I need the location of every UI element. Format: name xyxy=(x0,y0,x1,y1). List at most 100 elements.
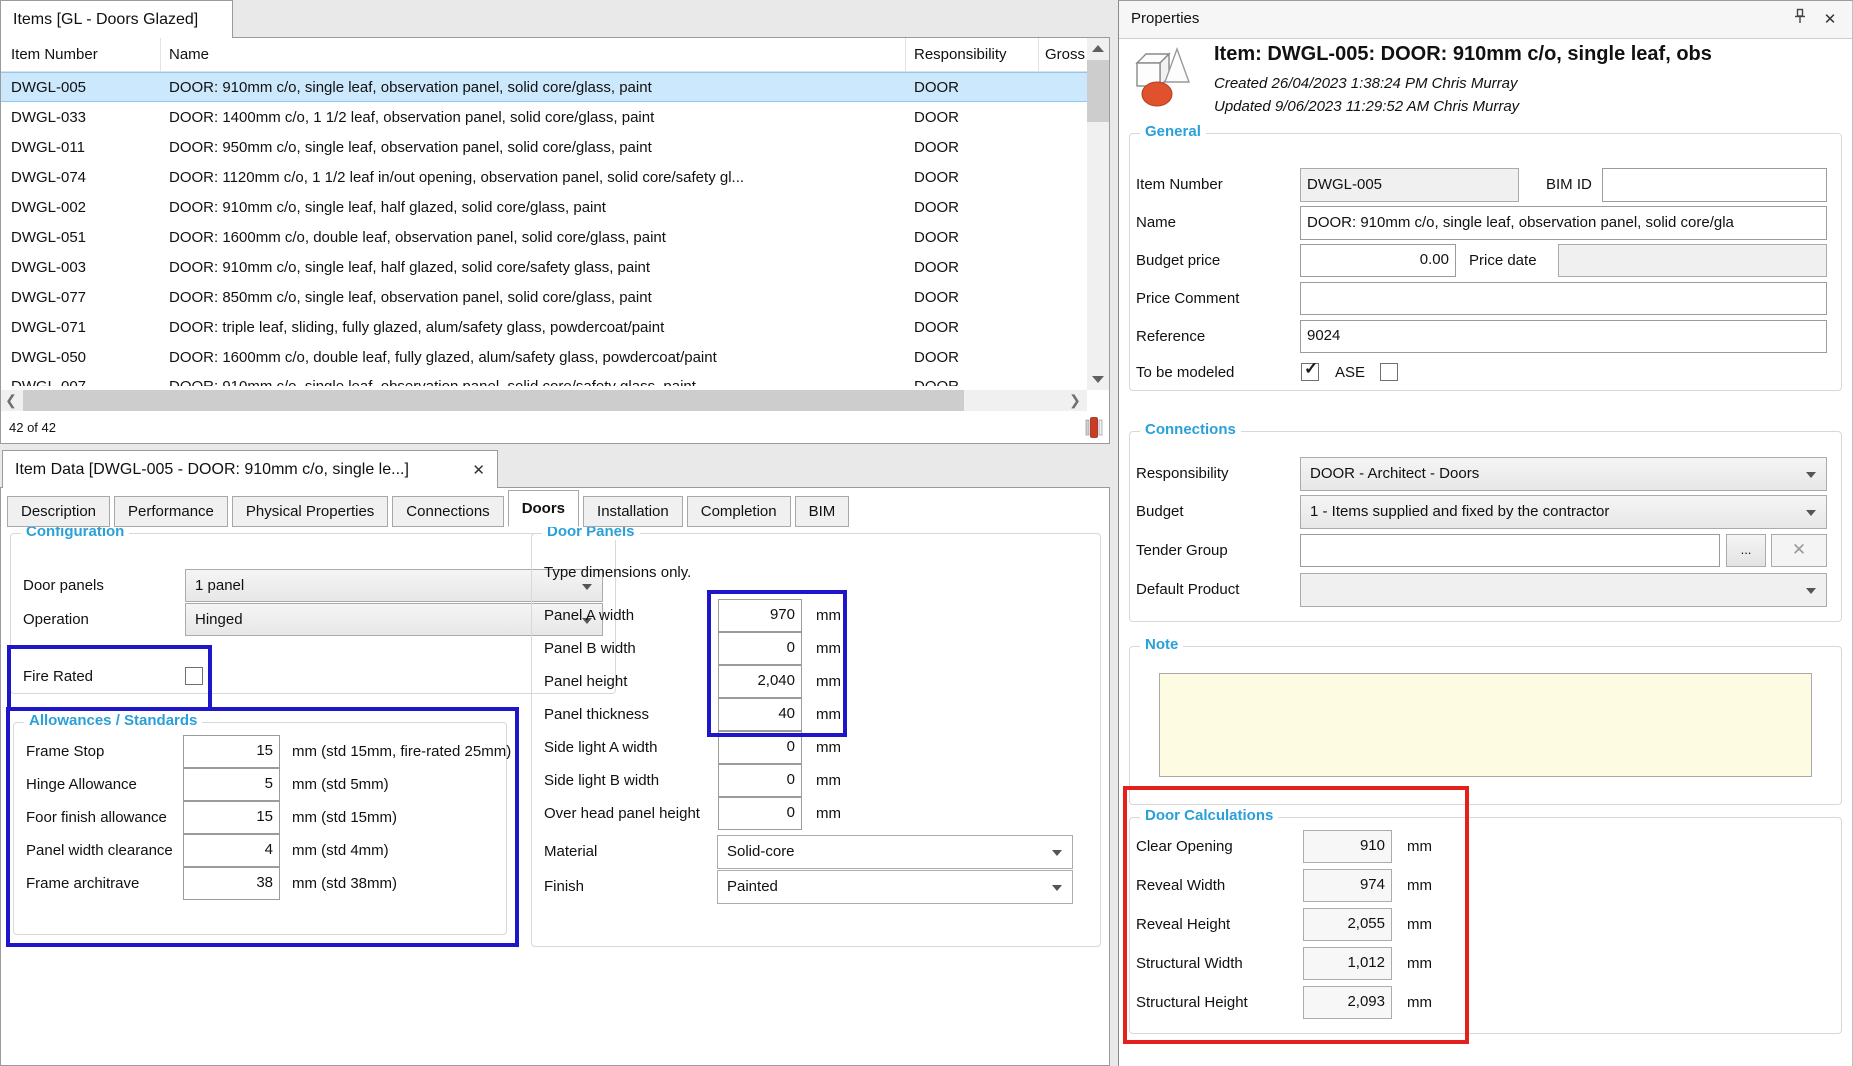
table-row[interactable]: DWGL-071 DOOR: triple leaf, sliding, ful… xyxy=(1,312,1087,342)
table-row[interactable]: DWGL-002 DOOR: 910mm c/o, single leaf, h… xyxy=(1,192,1087,222)
cell-name: DOOR: 910mm c/o, single leaf, observatio… xyxy=(161,79,906,96)
table-row[interactable]: DWGL-011 DOOR: 950mm c/o, single leaf, o… xyxy=(1,132,1087,162)
vertical-scrollbar[interactable] xyxy=(1087,38,1109,390)
vertical-scroll-thumb[interactable] xyxy=(1087,60,1109,122)
fire-rated-checkbox[interactable] xyxy=(185,667,203,685)
fire-rated-label: Fire Rated xyxy=(23,660,93,693)
table-row[interactable]: DWGL-033 DOOR: 1400mm c/o, 1 1/2 leaf, o… xyxy=(1,102,1087,132)
bim-id-label: BIM ID xyxy=(1546,168,1592,201)
reference-field[interactable]: 9024 xyxy=(1300,320,1827,353)
red-door-icon[interactable] xyxy=(1085,417,1103,438)
column-header-responsibility[interactable]: Responsibility xyxy=(906,38,1039,71)
tender-group-browse-button[interactable]: ... xyxy=(1726,534,1766,567)
price-date-label: Price date xyxy=(1469,244,1537,277)
scroll-up-button[interactable] xyxy=(1087,38,1109,58)
reveal-height-field: 2,055 xyxy=(1303,908,1392,941)
cell-item-number: DWGL-033 xyxy=(1,109,161,126)
panel-a-width-input[interactable]: 970 xyxy=(718,599,802,632)
tab-performance[interactable]: Performance xyxy=(114,496,228,527)
close-icon[interactable]: ✕ xyxy=(1818,8,1842,32)
side-light-a-width-input[interactable]: 0 xyxy=(718,731,802,764)
items-tab[interactable]: Items [GL - Doors Glazed] xyxy=(0,0,233,38)
tab-installation[interactable]: Installation xyxy=(583,496,683,527)
table-row[interactable]: DWGL-074 DOOR: 1120mm c/o, 1 1/2 leaf in… xyxy=(1,162,1087,192)
floor-finish-allowance-input[interactable]: 15 xyxy=(183,801,280,834)
frame-stop-input[interactable]: 15 xyxy=(183,735,280,768)
item-shapes-icon xyxy=(1133,45,1191,109)
frame-architrave-input[interactable]: 38 xyxy=(183,867,280,900)
reveal-height-unit: mm xyxy=(1407,908,1432,941)
scroll-left-button[interactable]: ❮ xyxy=(1,390,21,411)
budget-select[interactable]: 1 - Items supplied and fixed by the cont… xyxy=(1300,495,1827,529)
item-number-field[interactable]: DWGL-005 xyxy=(1300,168,1519,202)
panel-thickness-input[interactable]: 40 xyxy=(718,698,802,731)
allowances-group: Allowances / Standards Frame Stop 15 mm … xyxy=(13,722,507,935)
tender-group-clear-button[interactable]: ✕ xyxy=(1771,534,1827,567)
items-panel: Items [GL - Doors Glazed] Item Number Na… xyxy=(0,0,1110,444)
table-row[interactable]: DWGL-003 DOOR: 910mm c/o, single leaf, h… xyxy=(1,252,1087,282)
item-data-tab-label: Item Data [DWGL-005 - DOOR: 910mm c/o, s… xyxy=(15,461,409,479)
ase-label: ASE xyxy=(1335,356,1365,389)
table-row-partial[interactable]: DWGL-007 DOOR: 910mm c/o, single leaf, o… xyxy=(1,372,1087,386)
pin-icon[interactable] xyxy=(1788,8,1812,32)
item-data-subtabs: Description Performance Physical Propert… xyxy=(7,489,853,527)
tab-bim[interactable]: BIM xyxy=(795,496,850,527)
table-row[interactable]: DWGL-077 DOOR: 850mm c/o, single leaf, o… xyxy=(1,282,1087,312)
structural-height-label: Structural Height xyxy=(1136,986,1248,1019)
table-row[interactable]: DWGL-050 DOOR: 1600mm c/o, double leaf, … xyxy=(1,342,1087,372)
tab-physical-properties[interactable]: Physical Properties xyxy=(232,496,388,527)
scroll-right-button[interactable]: ❯ xyxy=(1065,390,1085,411)
cell-responsibility: DOOR xyxy=(906,289,1039,306)
cell-responsibility: DOOR xyxy=(906,169,1039,186)
price-comment-field[interactable] xyxy=(1300,282,1827,315)
panel-width-clearance-input[interactable]: 4 xyxy=(183,834,280,867)
tab-completion[interactable]: Completion xyxy=(687,496,791,527)
panel-a-width-unit: mm xyxy=(816,599,841,632)
ase-checkbox[interactable] xyxy=(1380,363,1398,381)
hinge-allowance-input[interactable]: 5 xyxy=(183,768,280,801)
door-panels-group: Door Panels Type dimensions only. Panel … xyxy=(531,533,1101,947)
horizontal-scrollbar[interactable]: ❮ ❯ xyxy=(1,390,1087,411)
column-header-gross[interactable]: Gross xyxy=(1039,38,1087,71)
structural-height-unit: mm xyxy=(1407,986,1432,1019)
tab-description[interactable]: Description xyxy=(7,496,110,527)
finish-select[interactable]: Painted xyxy=(717,870,1073,904)
cell-name: DOOR: 1600mm c/o, double leaf, observati… xyxy=(161,229,906,246)
scroll-down-button[interactable] xyxy=(1087,370,1109,390)
cell-responsibility: DOOR xyxy=(906,372,1039,386)
item-data-tab[interactable]: Item Data [DWGL-005 - DOOR: 910mm c/o, s… xyxy=(2,450,498,488)
tab-connections[interactable]: Connections xyxy=(392,496,503,527)
column-header-item-number[interactable]: Item Number xyxy=(1,38,161,71)
properties-panel: Properties ✕ Item: DWGL-005: DOOR: 910mm… xyxy=(1118,0,1853,1066)
item-data-panel: Item Data [DWGL-005 - DOOR: 910mm c/o, s… xyxy=(0,450,1110,1066)
horizontal-scroll-thumb[interactable] xyxy=(23,390,964,411)
over-head-panel-height-input[interactable]: 0 xyxy=(718,797,802,830)
default-product-select[interactable] xyxy=(1300,573,1827,607)
responsibility-select[interactable]: DOOR - Architect - Doors xyxy=(1300,457,1827,491)
budget-price-field[interactable]: 0.00 xyxy=(1300,244,1456,277)
name-field[interactable]: DOOR: 910mm c/o, single leaf, observatio… xyxy=(1300,206,1827,240)
created-text: Created 26/04/2023 1:38:24 PM Chris Murr… xyxy=(1214,75,1518,92)
table-row[interactable]: DWGL-051 DOOR: 1600mm c/o, double leaf, … xyxy=(1,222,1087,252)
reveal-height-label: Reveal Height xyxy=(1136,908,1230,941)
name-label: Name xyxy=(1136,206,1176,239)
panel-thickness-label: Panel thickness xyxy=(544,698,649,731)
note-textarea[interactable] xyxy=(1159,673,1812,777)
panel-b-width-input[interactable]: 0 xyxy=(718,632,802,665)
price-date-field[interactable] xyxy=(1558,244,1827,277)
panel-height-input[interactable]: 2,040 xyxy=(718,665,802,698)
bim-id-field[interactable] xyxy=(1602,168,1827,202)
reveal-width-label: Reveal Width xyxy=(1136,869,1225,902)
table-row[interactable]: DWGL-005 DOOR: 910mm c/o, single leaf, o… xyxy=(1,72,1087,102)
side-light-a-width-unit: mm xyxy=(816,731,841,764)
clear-opening-label: Clear Opening xyxy=(1136,830,1233,863)
side-light-b-width-input[interactable]: 0 xyxy=(718,764,802,797)
close-icon[interactable]: ✕ xyxy=(472,461,485,479)
tender-group-field[interactable] xyxy=(1300,534,1720,567)
structural-width-label: Structural Width xyxy=(1136,947,1243,980)
tab-doors[interactable]: Doors xyxy=(508,490,579,527)
to-be-modeled-checkbox[interactable] xyxy=(1301,363,1319,381)
material-select[interactable]: Solid-core xyxy=(717,835,1073,869)
cell-responsibility: DOOR xyxy=(906,349,1039,366)
column-header-name[interactable]: Name xyxy=(161,38,906,71)
